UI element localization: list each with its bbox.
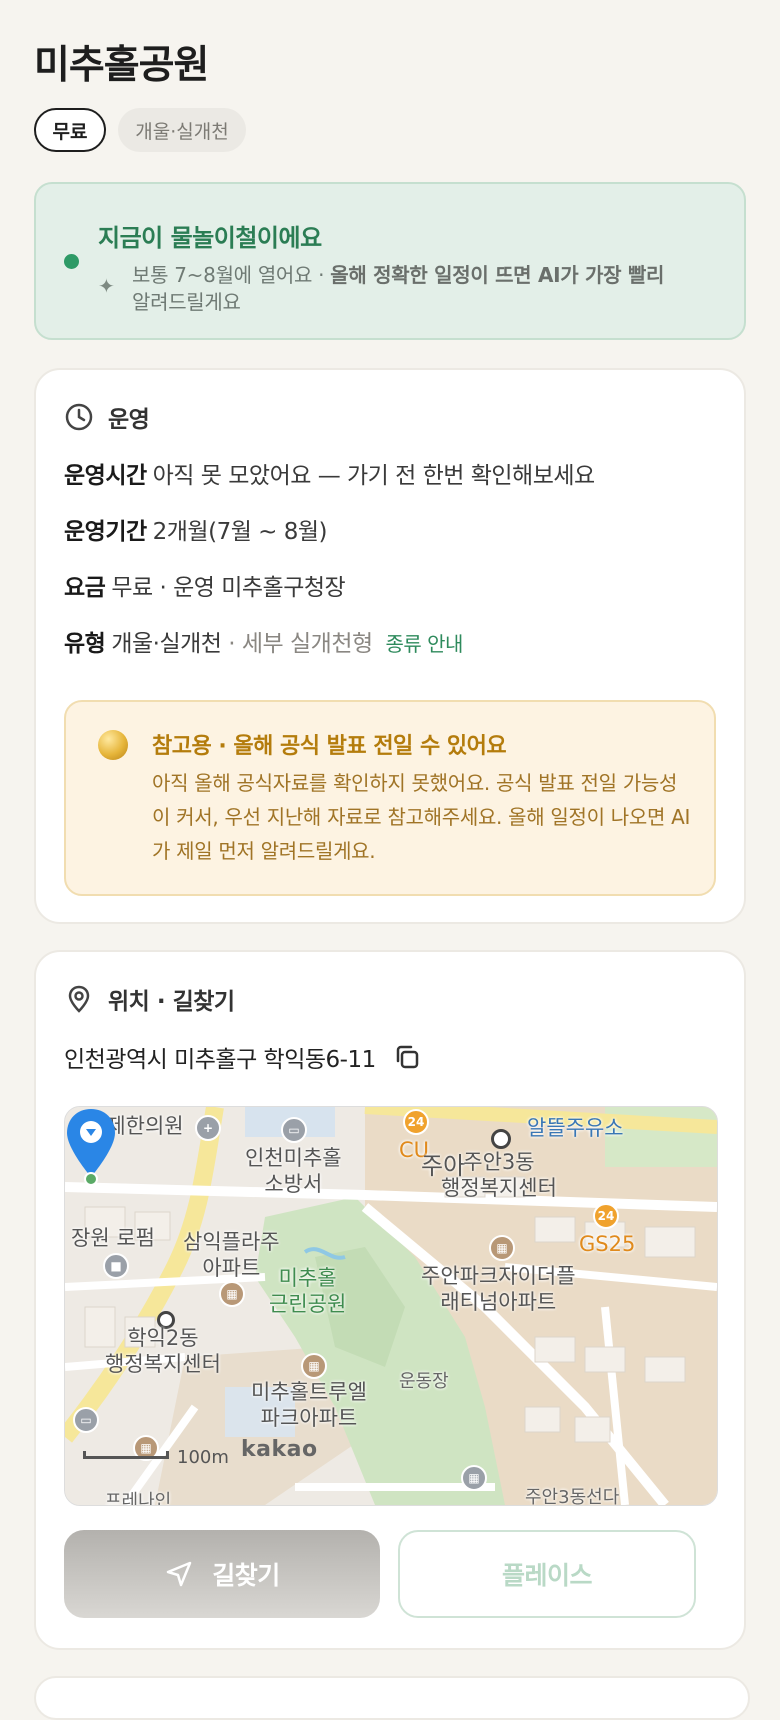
hours-row: 운영시간 아직 못 모았어요 — 가기 전 한번 확인해보세요 <box>64 463 595 489</box>
map[interactable]: + 성제한의원 ▭ 인천미추홀 소방서 24 CU 주아 주안3동 행정복지센터… <box>64 1106 718 1506</box>
map-label-juan3: 주안3동 행정복지센터 <box>441 1150 557 1200</box>
coin-icon <box>98 730 128 760</box>
clock-icon <box>65 403 93 431</box>
map-label-park: 미추홀 근린공원 <box>269 1266 347 1316</box>
address-row: 인천광역시 미추홀구 학익동6-11 <box>64 1040 420 1074</box>
clinic-poi-icon: + <box>195 1115 221 1141</box>
location-label: 위치 · 길찾기 <box>108 989 235 1015</box>
map-label-gas-station: 알뜰주유소 <box>527 1116 624 1140</box>
page: 미추홀공원 무료 개울·실개천 지금이 물놀이철이에요 ✦ 보통 7~8월에 열… <box>0 0 780 1720</box>
office-poi-icon: ■ <box>103 1253 129 1279</box>
navigation-arrow-icon <box>166 1561 192 1587</box>
map-scale: 100m <box>83 1447 229 1468</box>
season-notice-text: 보통 7~8월에 열어요 · 올해 정확한 일정이 뜨면 AI가 가장 빨리 알려… <box>132 263 665 314</box>
operation-label: 운영 <box>108 407 150 433</box>
scale-text: 100m <box>177 1447 229 1468</box>
map-label-bottom-left: 프레나인 <box>105 1491 172 1506</box>
warning-body: 아직 올해 공식자료를 확인하지 못했어요. 공식 발표 전일 가능성이 커서,… <box>152 771 691 863</box>
location-card: 위치 · 길찾기 인천광역시 미추홀구 학익동6-11 + 성제한의원 ▭ 인천… <box>34 950 746 1650</box>
map-label-hakik2: 학익2동 행정복지센터 <box>105 1326 221 1376</box>
map-label-samik: 삼익플라주 아파트 <box>183 1230 280 1280</box>
map-label-stadium: 운동장 <box>399 1371 449 1392</box>
type-row: 유형 개울·실개천 · 세부 실개천형 종류 안내 <box>64 631 463 657</box>
location-pin-icon <box>68 985 90 1013</box>
season-notice: 지금이 물놀이철이에요 ✦ 보통 7~8월에 열어요 · 올해 정확한 일정이 … <box>34 182 746 340</box>
copy-icon[interactable] <box>394 1044 420 1070</box>
type-chip: 개울·실개천 <box>118 108 246 152</box>
place-button[interactable]: 플레이스 <box>398 1530 696 1618</box>
map-label-bottom-right: 주안3동선다 <box>525 1487 620 1506</box>
map-label-jangwon: 장원 로펌 <box>71 1226 155 1250</box>
fee-row: 요금 무료 · 운영 미추홀구청장 <box>64 575 346 601</box>
status-dot-icon <box>64 254 79 269</box>
season-notice-title: 지금이 물놀이철이에요 <box>98 224 322 252</box>
operation-card: 운영 운영시간 아직 못 모았어요 — 가기 전 한번 확인해보세요 운영기간 2개… <box>34 368 746 924</box>
apartment-poi-icon: ▦ <box>301 1353 327 1379</box>
map-label-gs25: GS25 <box>579 1232 636 1256</box>
apartment-poi-icon: ▦ <box>489 1235 515 1261</box>
apartment-poi-icon: ▦ <box>219 1281 245 1307</box>
price-chip: 무료 <box>34 108 106 152</box>
bus-poi-icon: ▭ <box>73 1407 99 1433</box>
type-guide-link[interactable]: 종류 안내 <box>385 632 463 656</box>
route-button-label: 길찾기 <box>212 1561 280 1590</box>
map-background <box>65 1107 717 1505</box>
gs25-poi-icon: 24 <box>593 1203 619 1229</box>
map-label-michuhol-true: 미추홀트루엘 파크아파트 <box>251 1380 367 1430</box>
next-card-peek <box>34 1676 750 1720</box>
map-marker-icon[interactable] <box>65 1107 117 1185</box>
scale-bar <box>83 1451 169 1459</box>
warning-title: 참고용 · 올해 공식 발표 전일 수 있어요 <box>152 734 507 759</box>
operation-header: 운영 <box>64 400 150 434</box>
route-button[interactable]: 길찾기 <box>64 1530 380 1618</box>
map-label-juanpark: 주안파크자이더플 래티넘아파트 <box>421 1264 576 1314</box>
reference-warning: 참고용 · 올해 공식 발표 전일 수 있어요 아직 올해 공식자료를 확인하지… <box>64 700 716 896</box>
page-title: 미추홀공원 <box>34 43 209 88</box>
period-row: 운영기간 2개월(7월 ~ 8월) <box>64 519 328 545</box>
map-brand-logo: kakao <box>241 1437 318 1462</box>
sparkle-icon: ✦ <box>98 274 115 298</box>
address-text: 인천광역시 미추홀구 학익동6-11 <box>64 1047 376 1073</box>
fire-station-poi-icon: ▭ <box>281 1117 307 1143</box>
cu-poi-icon: 24 <box>403 1109 429 1135</box>
apartment-poi-icon: ▦ <box>461 1465 487 1491</box>
gov-poi-icon <box>491 1129 511 1149</box>
map-label-fire-station: 인천미추홀 소방서 <box>245 1146 342 1196</box>
location-header: 위치 · 길찾기 <box>64 982 235 1016</box>
